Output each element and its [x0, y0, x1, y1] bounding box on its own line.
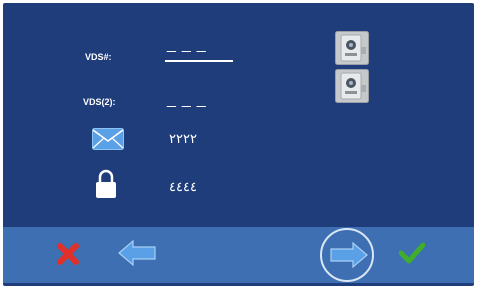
back-button[interactable] [117, 239, 157, 272]
vds-field-underline [165, 60, 233, 62]
vds2-value[interactable]: ___ [167, 91, 212, 109]
mail-value[interactable]: ٢٢٢٢ [169, 131, 197, 147]
lock-value[interactable]: ٤٤٤٤ [169, 179, 197, 195]
bottom-toolbar [3, 227, 474, 283]
mail-icon [92, 128, 124, 155]
arrow-right-icon [320, 228, 374, 282]
check-icon [398, 242, 426, 264]
next-button[interactable] [318, 227, 376, 288]
arrow-left-icon [118, 239, 156, 267]
confirm-button[interactable] [398, 241, 426, 270]
screen: VDS#: ___ VDS(2): ___ ٢٢٢٢ ٤٤٤٤ [0, 0, 477, 290]
vds-label: VDS#: [85, 52, 112, 62]
close-icon [57, 243, 79, 265]
vds-value[interactable]: ___ [167, 36, 212, 54]
lock-icon [94, 168, 118, 205]
camera-icon[interactable] [335, 69, 369, 108]
vds2-label: VDS(2): [83, 97, 116, 107]
camera-icon[interactable] [335, 31, 369, 70]
cancel-button[interactable] [57, 243, 79, 270]
